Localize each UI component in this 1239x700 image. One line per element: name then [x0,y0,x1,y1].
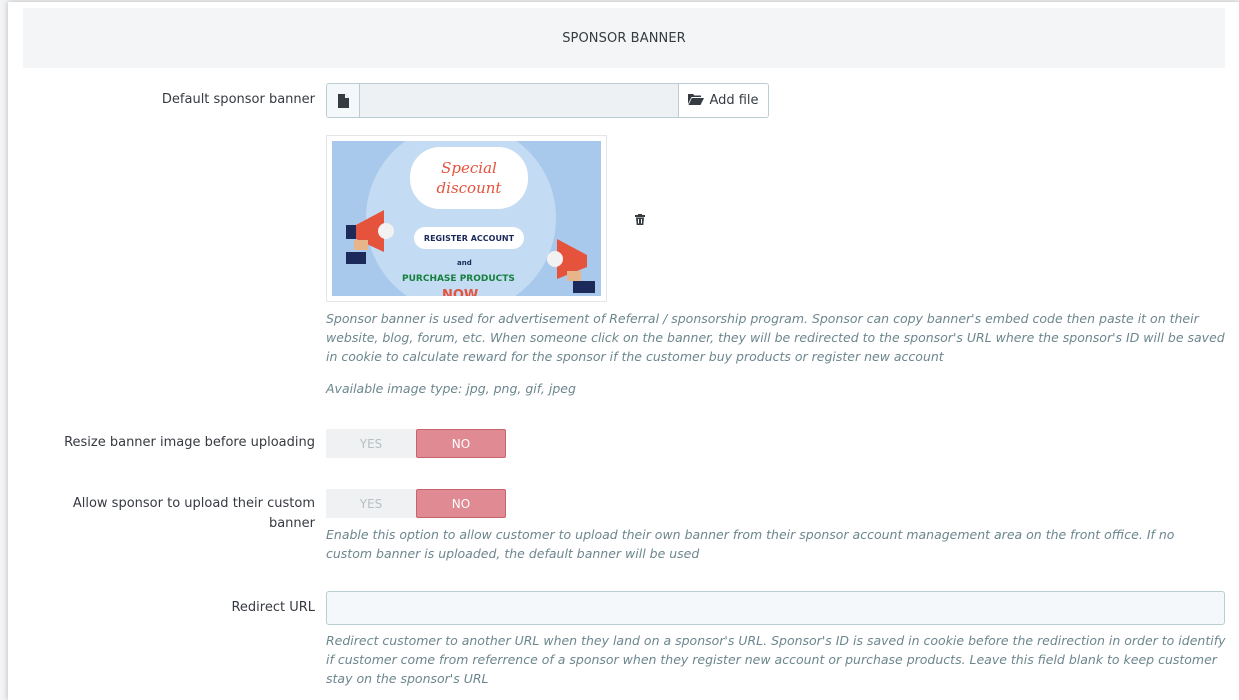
megaphone-right-icon [547,239,595,293]
panel-title: SPONSOR BANNER [23,8,1225,68]
folder-open-icon [688,93,705,109]
banner-preview: Special discount REGISTER ACCOUNT and PU… [326,135,607,302]
add-file-label: Add file [709,93,759,108]
file-icon [327,84,360,117]
redirect-url-label: Redirect URL [231,600,315,615]
resize-banner-switch: YES NO [326,429,506,458]
banner-and-text: and [457,259,472,267]
banner-discount-text: discount [436,179,502,197]
banner-image: Special discount REGISTER ACCOUNT and PU… [332,141,601,296]
default-banner-label: Default sponsor banner [161,92,315,107]
megaphone-left-icon [346,210,394,264]
resize-no-option[interactable]: NO [416,429,506,458]
resize-yes-option[interactable]: YES [326,429,416,458]
custom-banner-no-option[interactable]: NO [416,489,506,518]
custom-banner-label: Allow sponsor to upload their custom ban… [72,496,315,531]
banner-purchase-text: PURCHASE PRODUCTS [402,274,515,284]
redirect-help-text: Redirect customer to another URL when th… [326,633,1226,686]
available-types-text: Available image type: jpg, png, gif, jpe… [326,381,576,396]
custom-banner-switch: YES NO [326,489,506,518]
resize-banner-label: Resize banner image before uploading [64,435,315,450]
custom-banner-yes-option[interactable]: YES [326,489,416,518]
banner-special-bubble: Special discount [410,147,528,209]
redirect-url-input[interactable] [326,591,1225,625]
banner-now-text: NOW [442,288,479,296]
banner-special-text: Special [441,159,497,177]
file-name-input[interactable] [360,84,678,117]
add-file-button[interactable]: Add file [678,84,768,117]
delete-banner-icon[interactable] [635,210,645,229]
custom-banner-help-text: Enable this option to allow customer to … [326,527,1175,561]
file-upload-group: Add file [326,83,769,118]
banner-register-bubble: REGISTER ACCOUNT [414,227,524,249]
banner-help-text: Sponsor banner is used for advertisement… [326,311,1225,364]
